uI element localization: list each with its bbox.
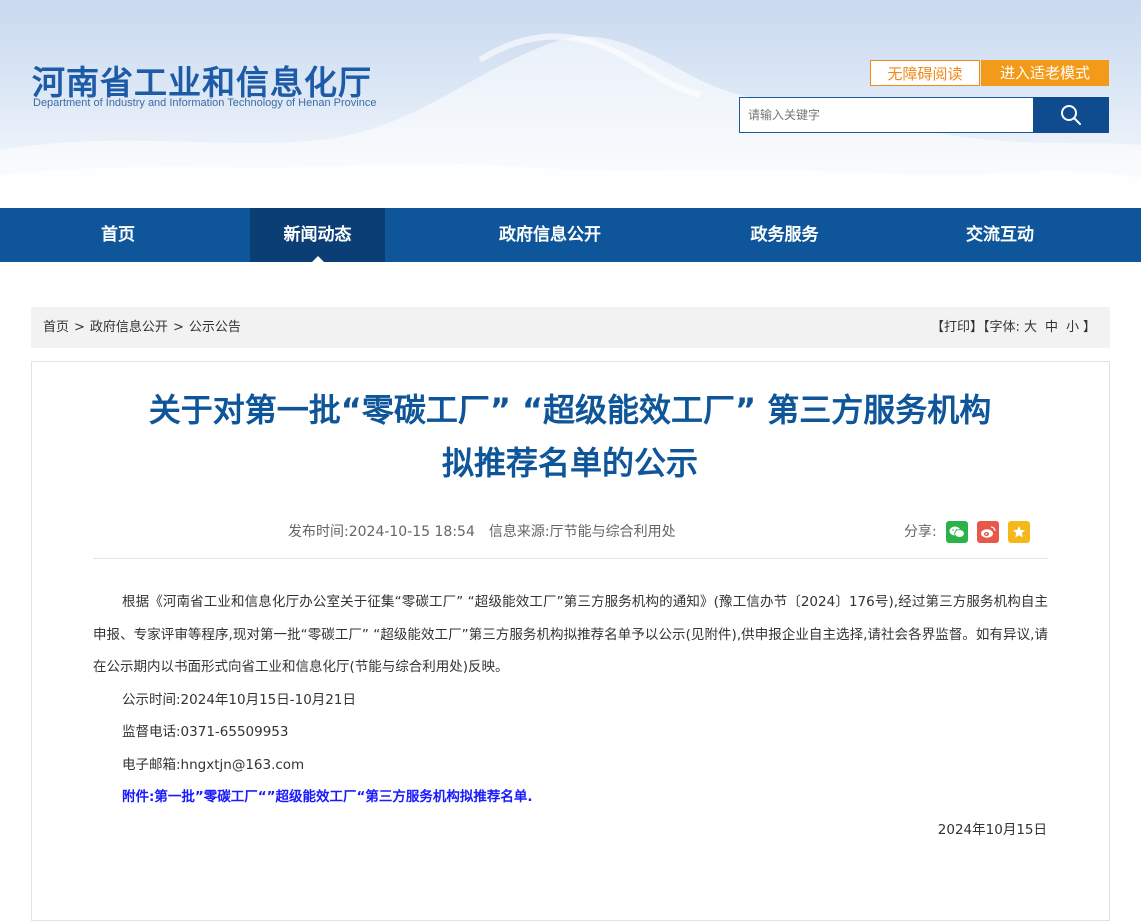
breadcrumb-separator: > — [74, 320, 85, 335]
nav-item-gov-info[interactable]: 政府信息公开 — [470, 208, 630, 262]
attachment-link[interactable]: 附件:第一批”零碳工厂“”超级能效工厂“第三方服务机构拟推荐名单. — [93, 781, 1048, 814]
breadcrumb-gov-info[interactable]: 政府信息公开 — [90, 320, 168, 335]
search-input[interactable] — [739, 97, 1034, 133]
article-title-line1: 关于对第一批“零碳工厂” “超级能效工厂” 第三方服务机构 — [148, 391, 992, 429]
main-nav: 首页 新闻动态 政府信息公开 政务服务 交流互动 — [0, 208, 1141, 262]
meta-divider — [93, 558, 1048, 559]
accessibility-reading-button[interactable]: 无障碍阅读 — [870, 60, 980, 86]
breadcrumb-bar: 首页 > 政府信息公开 > 公示公告 【打印】【字体: 大中小】 — [31, 307, 1110, 348]
font-medium-button[interactable]: 中 — [1045, 320, 1058, 335]
share-bar: 分享: — [904, 520, 1030, 544]
elder-mode-button[interactable]: 进入适老模式 — [981, 60, 1109, 86]
nav-item-home[interactable]: 首页 — [0, 208, 236, 262]
nav-item-gov-service[interactable]: 政务服务 — [712, 208, 857, 262]
contact-email: 电子邮箱:hngxtjn@163.com — [122, 756, 305, 773]
page-tools: 【打印】【字体: 大中小】 — [931, 307, 1096, 348]
site-subtitle: Department of Industry and Information T… — [33, 97, 377, 109]
article-body: 根据《河南省工业和信息化厅办公室关于征集“零碳工厂” “超级能效工厂”第三方服务… — [93, 586, 1048, 846]
info-source: 信息来源:厅节能与综合利用处 — [488, 524, 676, 540]
notice-period: 公示时间:2024年10月15日-10月21日 — [122, 691, 356, 708]
article-title: 关于对第一批“零碳工厂” “超级能效工厂” 第三方服务机构 拟推荐名单的公示 — [62, 384, 1078, 490]
article-title-line2: 拟推荐名单的公示 — [441, 444, 698, 482]
article-meta: 发布时间:2024-10-15 18:54 信息来源:厅节能与综合利用处 — [288, 522, 676, 542]
font-size-close: 】 — [1082, 320, 1096, 335]
nav-item-interaction[interactable]: 交流互动 — [930, 208, 1070, 262]
breadcrumb: 首页 > 政府信息公开 > 公示公告 — [43, 307, 241, 348]
site-header: 河南省工业和信息化厅 Department of Industry and In… — [0, 0, 1141, 208]
favorite-icon[interactable] — [1007, 521, 1030, 543]
share-label: 分享: — [904, 524, 937, 540]
search-icon — [1061, 105, 1081, 125]
weibo-icon[interactable] — [976, 521, 999, 543]
publish-time: 发布时间:2024-10-15 18:54 — [288, 524, 475, 540]
supervision-phone: 监督电话:0371-65509953 — [122, 724, 289, 740]
article-date: 2024年10月15日 — [937, 821, 1047, 838]
nav-item-news[interactable]: 新闻动态 — [250, 208, 385, 262]
wechat-icon[interactable] — [945, 521, 968, 543]
breadcrumb-notices[interactable]: 公示公告 — [189, 320, 241, 335]
search-button[interactable] — [1033, 97, 1109, 133]
breadcrumb-separator: > — [172, 320, 184, 335]
font-size-label: 【字体: — [983, 320, 1020, 335]
breadcrumb-home[interactable]: 首页 — [43, 320, 69, 335]
print-button[interactable]: 【打印】 — [931, 320, 983, 335]
font-small-button[interactable]: 小 — [1066, 320, 1079, 335]
article-paragraph: 根据《河南省工业和信息化厅办公室关于征集“零碳工厂” “超级能效工厂”第三方服务… — [93, 594, 1048, 675]
font-large-button[interactable]: 大 — [1024, 320, 1037, 335]
